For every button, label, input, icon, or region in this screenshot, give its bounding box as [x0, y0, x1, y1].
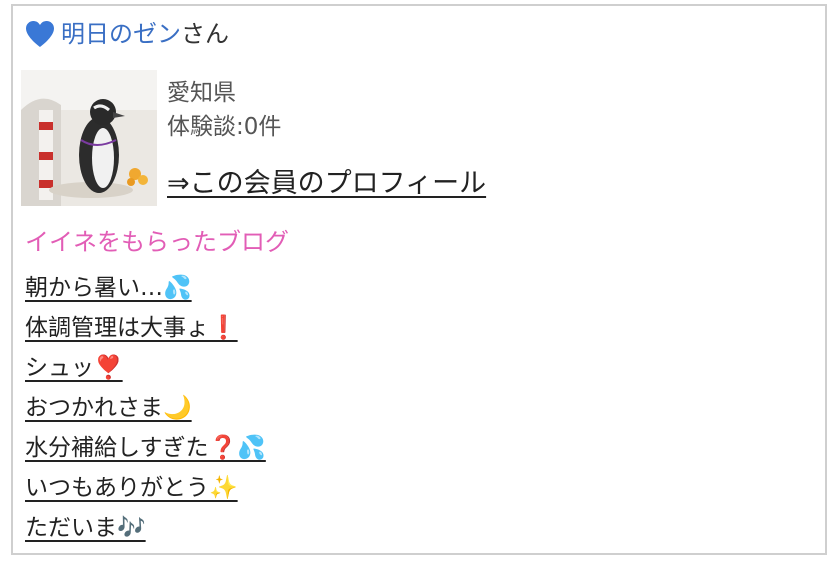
list-item: 水分補給しすぎた❓💦 — [25, 428, 266, 468]
blog-post-link[interactable]: ただいま🎶 — [25, 515, 146, 541]
blog-post-link[interactable]: いつもありがとう✨ — [25, 475, 238, 501]
list-item: 朝から暑い…💦 — [25, 268, 266, 308]
prefecture-text: 愛知県 — [167, 80, 236, 106]
liked-blogs-heading: イイネをもらったブログ — [25, 228, 289, 256]
blog-post-link[interactable]: 体調管理は大事ょ❗ — [25, 315, 238, 341]
blog-post-link[interactable]: おつかれさま🌙 — [25, 395, 192, 421]
list-item: いつもありがとう✨ — [25, 468, 266, 508]
member-header: 明日のゼン さん — [25, 18, 229, 50]
honorific-suffix: さん — [181, 20, 229, 48]
member-profile-link[interactable]: ⇒この会員のプロフィール — [167, 161, 486, 200]
member-info: 愛知県 体験談:0件 — [167, 76, 281, 144]
list-item: 体調管理は大事ょ❗ — [25, 308, 266, 348]
blog-post-link[interactable]: 水分補給しすぎた❓💦 — [25, 435, 266, 461]
experience-count-text: 体験談:0件 — [167, 114, 282, 140]
list-item: シュッ❣️ — [25, 348, 266, 388]
blog-post-link[interactable]: 朝から暑い…💦 — [25, 275, 192, 301]
member-card: 明日のゼン さん 愛知県 体験談:0件 ⇒この会員のプロフィール イイネをもらっ… — [11, 4, 827, 555]
heart-icon — [25, 20, 55, 48]
avatar[interactable] — [21, 70, 157, 206]
list-item: おつかれさま🌙 — [25, 388, 266, 428]
list-item: ただいま🎶 — [25, 508, 266, 548]
liked-blog-list: 朝から暑い…💦 体調管理は大事ょ❗ シュッ❣️ おつかれさま🌙 水分補給しすぎた… — [25, 268, 266, 548]
blog-post-link[interactable]: シュッ❣️ — [25, 355, 123, 381]
member-name-link[interactable]: 明日のゼン — [61, 18, 181, 50]
